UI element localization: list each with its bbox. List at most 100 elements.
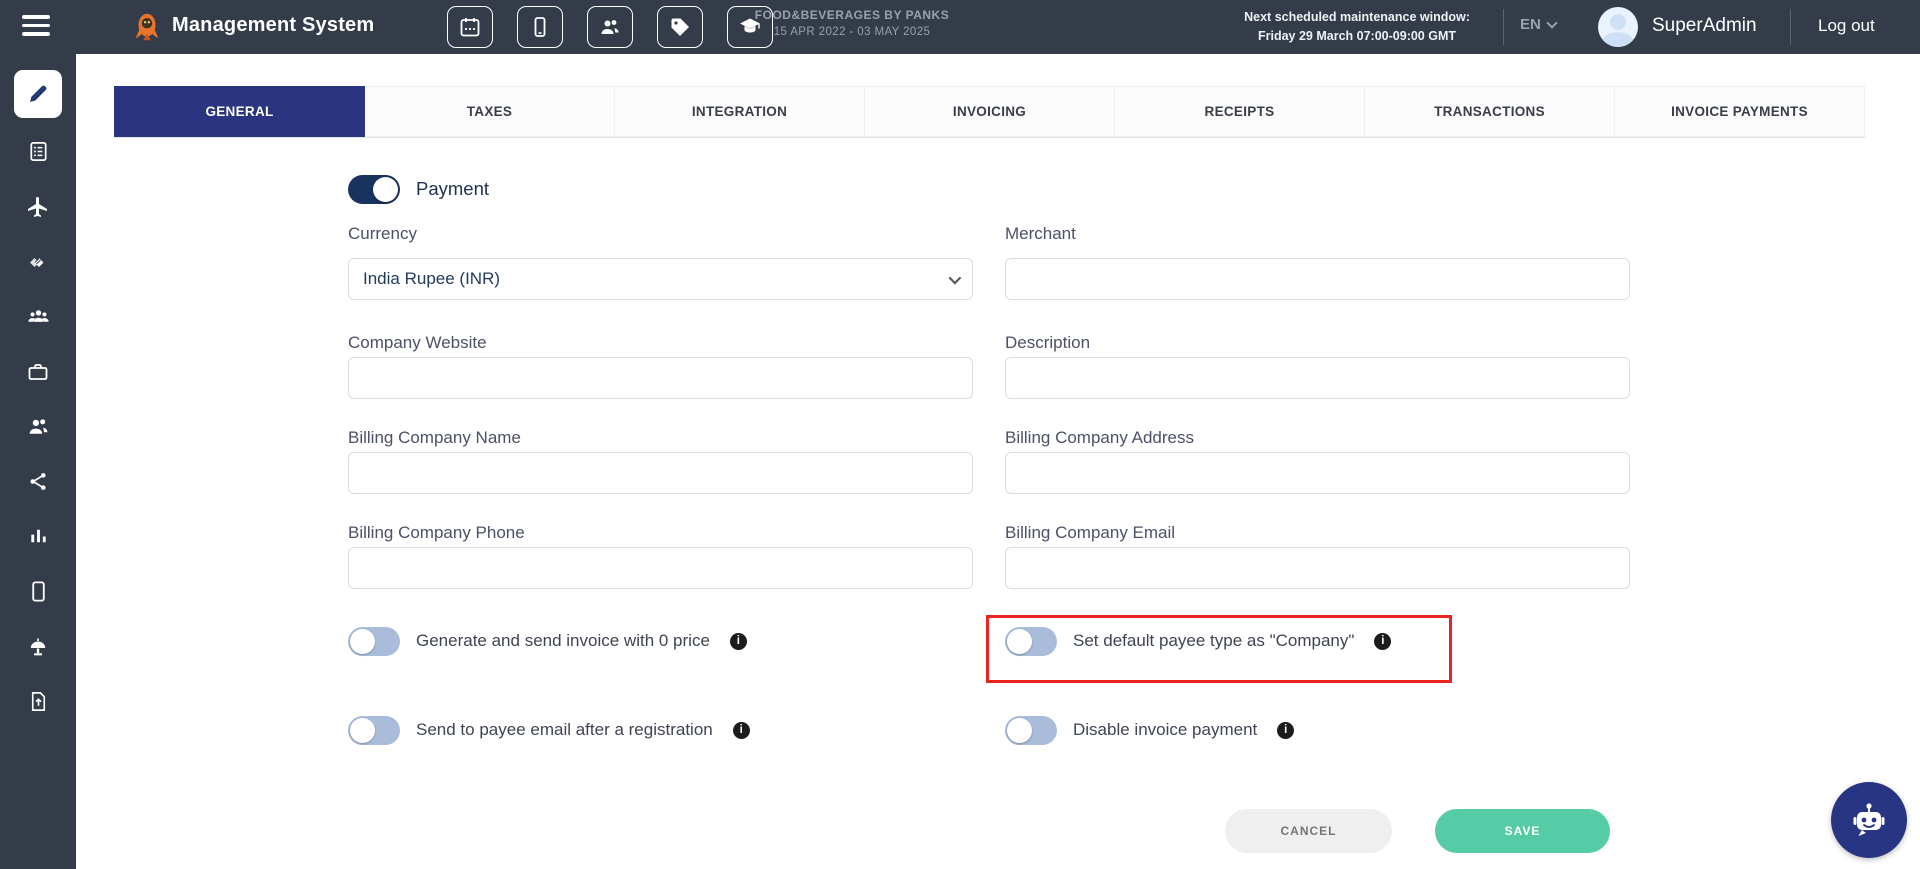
save-button[interactable]: SAVE <box>1435 809 1610 853</box>
share-icon <box>27 470 50 493</box>
tag-button[interactable] <box>657 6 703 48</box>
sidebar-item-orders[interactable] <box>0 124 76 179</box>
default-payee-company-label: Set default payee type as "Company" <box>1073 631 1354 651</box>
left-sidebar <box>0 54 76 869</box>
sidebar-item-deals[interactable] <box>0 234 76 289</box>
info-icon[interactable] <box>1374 633 1391 650</box>
tab-invoicing[interactable]: INVOICING <box>865 86 1115 137</box>
app-logo-icon <box>128 8 166 46</box>
mobile-device-button[interactable] <box>517 6 563 48</box>
maintenance-line1: Next scheduled maintenance window: <box>1227 8 1487 27</box>
billing-company-address-input[interactable] <box>1005 452 1630 494</box>
settings-tabs: GENERAL TAXES INTEGRATION INVOICING RECE… <box>114 86 1865 138</box>
billing-company-phone-label: Billing Company Phone <box>348 523 525 543</box>
info-icon[interactable] <box>730 633 747 650</box>
app-title: Management System <box>172 14 374 37</box>
maintenance-notice: Next scheduled maintenance window: Frida… <box>1227 8 1487 47</box>
currency-label: Currency <box>348 224 417 244</box>
description-label: Description <box>1005 333 1090 353</box>
merchant-label: Merchant <box>1005 224 1076 244</box>
sidebar-item-devices[interactable] <box>0 564 76 619</box>
avatar[interactable] <box>1598 7 1638 47</box>
chatbot-button[interactable] <box>1831 782 1907 858</box>
tag-icon <box>668 15 692 39</box>
billing-company-phone-input[interactable] <box>348 547 973 589</box>
company-website-input[interactable] <box>348 357 973 399</box>
payment-toggle-label: Payment <box>416 178 489 200</box>
top-header: Management System <box>0 0 1920 54</box>
disable-invoice-payment-label: Disable invoice payment <box>1073 720 1257 740</box>
app-root: Management System <box>0 0 1920 869</box>
billing-company-address-label: Billing Company Address <box>1005 428 1194 448</box>
file-upload-icon <box>27 690 50 713</box>
tab-integration[interactable]: INTEGRATION <box>615 86 865 137</box>
default-payee-company-toggle[interactable] <box>1005 627 1057 656</box>
merchant-input[interactable] <box>1005 258 1630 300</box>
users-button[interactable] <box>587 6 633 48</box>
billing-company-email-input[interactable] <box>1005 547 1630 589</box>
payment-toggle-row: Payment <box>348 174 489 204</box>
cancel-button[interactable]: CANCEL <box>1225 809 1392 853</box>
tab-taxes[interactable]: TAXES <box>365 86 615 137</box>
users-icon <box>598 15 622 39</box>
billing-company-email-label: Billing Company Email <box>1005 523 1175 543</box>
sidebar-item-edit[interactable] <box>0 64 76 124</box>
briefcase-icon <box>26 360 50 384</box>
sidebar-item-travel[interactable] <box>0 179 76 234</box>
two-users-icon <box>26 414 51 439</box>
disable-invoice-payment-toggle[interactable] <box>1005 716 1057 745</box>
generate-zero-invoice-toggle[interactable] <box>348 627 400 656</box>
header-divider <box>1790 9 1791 45</box>
calendar-button[interactable] <box>447 6 493 48</box>
disable-invoice-payment-row: Disable invoice payment <box>1005 715 1294 745</box>
generate-zero-invoice-row: Generate and send invoice with 0 price <box>348 626 747 656</box>
tab-general[interactable]: GENERAL <box>114 86 365 137</box>
payment-toggle[interactable] <box>348 175 400 204</box>
generate-zero-invoice-label: Generate and send invoice with 0 price <box>416 631 710 651</box>
sidebar-item-customers[interactable] <box>0 399 76 454</box>
send-payee-email-toggle[interactable] <box>348 716 400 745</box>
sidebar-item-share[interactable] <box>0 454 76 509</box>
maintenance-line2: Friday 29 March 07:00-09:00 GMT <box>1227 27 1487 46</box>
hamburger-menu-icon[interactable] <box>22 15 50 39</box>
tab-invoice-payments[interactable]: INVOICE PAYMENTS <box>1615 86 1865 137</box>
send-payee-email-row: Send to payee email after a registration <box>348 715 750 745</box>
chevron-down-icon <box>1546 17 1557 28</box>
tablet-icon <box>27 580 50 603</box>
send-payee-email-label: Send to payee email after a registration <box>416 720 713 740</box>
info-icon[interactable] <box>733 722 750 739</box>
header-divider <box>1503 9 1504 45</box>
tab-receipts[interactable]: RECEIPTS <box>1115 86 1365 137</box>
sidebar-item-reports[interactable] <box>0 509 76 564</box>
organization-dates: 15 APR 2022 - 03 MAY 2025 <box>702 26 1002 38</box>
organization-name: FOOD&BEVERAGES BY PANKS <box>702 8 1002 22</box>
calendar-icon <box>458 15 482 39</box>
sidebar-item-file-upload[interactable] <box>0 674 76 729</box>
handshake-icon <box>26 250 50 274</box>
billing-company-name-label: Billing Company Name <box>348 428 521 448</box>
mobile-device-icon <box>528 15 552 39</box>
organization-info: FOOD&BEVERAGES BY PANKS 15 APR 2022 - 03… <box>702 8 1002 38</box>
robot-icon <box>1845 796 1893 844</box>
sidebar-item-business[interactable] <box>0 344 76 399</box>
info-icon[interactable] <box>1277 722 1294 739</box>
pencil-icon <box>26 82 50 106</box>
user-name: SuperAdmin <box>1652 15 1757 37</box>
description-input[interactable] <box>1005 357 1630 399</box>
logout-button[interactable]: Log out <box>1818 16 1875 36</box>
billing-company-name-input[interactable] <box>348 452 973 494</box>
active-nav-tile <box>14 70 62 118</box>
company-website-label: Company Website <box>348 333 487 353</box>
sidebar-item-reception[interactable] <box>0 619 76 674</box>
bar-chart-icon <box>27 525 50 548</box>
currency-select[interactable]: India Rupee (INR) <box>348 258 973 300</box>
user-group-icon <box>26 304 51 329</box>
main-content: GENERAL TAXES INTEGRATION INVOICING RECE… <box>76 54 1920 869</box>
tab-transactions[interactable]: TRANSACTIONS <box>1365 86 1615 137</box>
bell-stand-icon <box>26 635 50 659</box>
language-selector[interactable]: EN <box>1520 16 1556 33</box>
chevron-down-icon <box>949 271 962 284</box>
currency-value: India Rupee (INR) <box>363 269 500 289</box>
sidebar-item-user-group[interactable] <box>0 289 76 344</box>
airplane-icon <box>26 195 50 219</box>
